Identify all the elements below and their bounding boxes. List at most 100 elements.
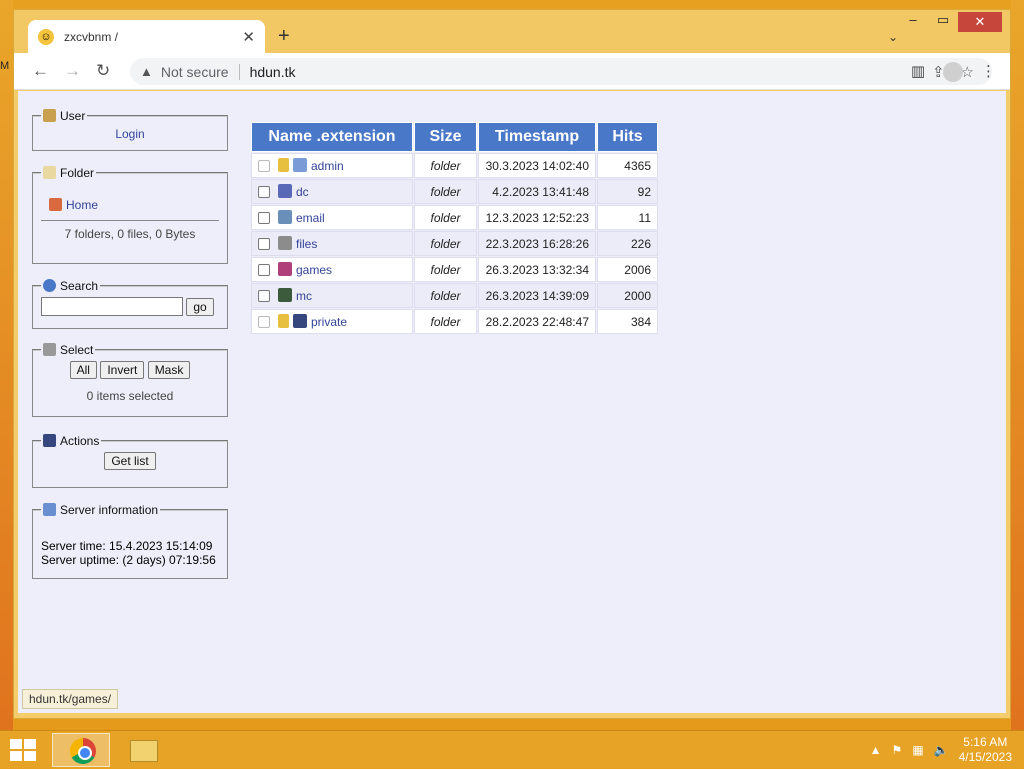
- timestamp-cell: 4.2.2023 13:41:48: [478, 179, 596, 204]
- name-cell: files: [251, 231, 413, 256]
- desktop-left-edge: [0, 0, 13, 730]
- hits-column-header[interactable]: Hits: [597, 122, 658, 152]
- disc-icon: [278, 184, 292, 198]
- search-input[interactable]: [41, 297, 183, 316]
- select-all-button[interactable]: All: [69, 361, 97, 379]
- folder-summary: 7 folders, 0 files, 0 Bytes: [64, 227, 196, 241]
- table-row[interactable]: private folder 28.2.2023 22:48:47 384: [251, 309, 658, 334]
- address-divider: [238, 63, 240, 80]
- timestamp-column-header[interactable]: Timestamp: [478, 122, 596, 152]
- hits-cell: 2000: [597, 283, 658, 308]
- floppy-icon: [293, 314, 307, 328]
- row-checkbox[interactable]: [258, 160, 270, 172]
- lock-icon: [278, 158, 289, 172]
- name-cell: games: [251, 257, 413, 282]
- server-icon: [43, 503, 56, 516]
- close-tab-icon[interactable]: ✕: [242, 28, 255, 46]
- maximize-icon[interactable]: ▭: [928, 12, 958, 32]
- user-legend: User: [60, 109, 86, 123]
- row-checkbox[interactable]: [258, 290, 270, 302]
- timestamp-cell: 30.3.2023 14:02:40: [478, 153, 596, 178]
- row-checkbox[interactable]: [258, 238, 270, 250]
- smiley-favicon-icon: ☺: [38, 29, 54, 45]
- volume-muted-icon[interactable]: 🔈: [934, 743, 949, 757]
- hits-cell: 2006: [597, 257, 658, 282]
- table-row[interactable]: admin folder 30.3.2023 14:02:40 4365: [251, 153, 658, 178]
- back-arrow-icon[interactable]: ←: [32, 61, 49, 81]
- close-window-icon[interactable]: ✕: [958, 12, 1002, 32]
- windows-start-icon[interactable]: [10, 739, 36, 761]
- folder-link[interactable]: private: [311, 315, 347, 329]
- size-cell: folder: [414, 153, 477, 178]
- minimize-icon[interactable]: –: [898, 12, 928, 32]
- name-cell: email: [251, 205, 413, 230]
- row-checkbox[interactable]: [258, 186, 270, 198]
- table-row[interactable]: dc folder 4.2.2023 13:41:48 92: [251, 179, 658, 204]
- name-cell: private: [251, 309, 413, 334]
- user-panel: User Login: [32, 109, 228, 151]
- show-hidden-icons-icon[interactable]: ▲: [870, 743, 882, 757]
- hits-cell: 92: [597, 179, 658, 204]
- name-column-header[interactable]: Name .extension: [251, 122, 413, 152]
- taskbar: ▲ ⚑ ▦ 🔈 5:16 AM 4/15/2023: [0, 730, 1024, 768]
- table-row[interactable]: games folder 26.3.2023 13:32:34 2006: [251, 257, 658, 282]
- timestamp-cell: 28.2.2023 22:48:47: [478, 309, 596, 334]
- forward-arrow-icon[interactable]: →: [64, 61, 81, 81]
- folder-link[interactable]: files: [296, 237, 317, 251]
- table-row[interactable]: mc folder 26.3.2023 14:39:09 2000: [251, 283, 658, 308]
- network-icon[interactable]: ▦: [912, 743, 923, 757]
- games-icon: [278, 262, 292, 276]
- side-panel-icon[interactable]: ▥: [911, 62, 925, 82]
- folder-link[interactable]: games: [296, 263, 332, 277]
- size-cell: folder: [414, 257, 477, 282]
- table-row[interactable]: email folder 12.3.2023 12:52:23 11: [251, 205, 658, 230]
- profile-avatar-icon[interactable]: [943, 62, 963, 82]
- folder-link[interactable]: email: [296, 211, 325, 225]
- name-cell: mc: [251, 283, 413, 308]
- folder-link[interactable]: mc: [296, 289, 312, 303]
- scissors-icon: [43, 343, 56, 356]
- folder-icon: [43, 166, 56, 179]
- row-checkbox[interactable]: [258, 212, 270, 224]
- login-link[interactable]: Login: [115, 127, 144, 141]
- clock[interactable]: 5:16 AM 4/15/2023: [959, 735, 1012, 765]
- taskbar-chrome[interactable]: [52, 733, 110, 767]
- tab-search-chevron-icon[interactable]: ⌄: [888, 30, 898, 44]
- timestamp-cell: 26.3.2023 13:32:34: [478, 257, 596, 282]
- row-checkbox[interactable]: [258, 316, 270, 328]
- not-secure-label[interactable]: Not secure: [161, 64, 229, 80]
- drive-icon: [278, 236, 292, 250]
- browser-toolbar: ← → ↻ ▲ Not secure hdun.tk ⇪ ☆ ▥ ⋮: [14, 53, 1010, 90]
- warning-icon[interactable]: ▲: [140, 64, 153, 79]
- url-text[interactable]: hdun.tk: [250, 64, 296, 80]
- tab-active[interactable]: ☺ zxcvbnm / ✕: [28, 20, 265, 54]
- menu-kebab-icon[interactable]: ⋮: [981, 62, 996, 82]
- system-tray: ▲ ⚑ ▦ 🔈 5:16 AM 4/15/2023: [870, 731, 1024, 769]
- address-bar[interactable]: ▲ Not secure hdun.tk ⇪ ☆: [130, 58, 992, 85]
- browser-window: ☺ zxcvbnm / ✕ + ⌄ – ▭ ✕ ← → ↻ ▲ Not secu…: [13, 9, 1011, 719]
- folder-link[interactable]: dc: [296, 185, 309, 199]
- file-table: Name .extension Size Timestamp Hits admi…: [250, 121, 659, 335]
- row-checkbox[interactable]: [258, 264, 270, 276]
- get-list-button[interactable]: Get list: [104, 452, 156, 470]
- taskbar-file-explorer[interactable]: [114, 733, 172, 767]
- new-tab-button[interactable]: +: [278, 26, 290, 46]
- hits-cell: 4365: [597, 153, 658, 178]
- status-url: hdun.tk/games/: [22, 689, 119, 709]
- flag-icon[interactable]: ⚑: [892, 743, 903, 757]
- reload-icon[interactable]: ↻: [96, 61, 110, 81]
- chrome-icon: [70, 738, 96, 764]
- selection-count: 0 items selected: [86, 389, 174, 403]
- folder-link[interactable]: admin: [311, 159, 344, 173]
- mask-button[interactable]: Mask: [147, 361, 191, 379]
- size-column-header[interactable]: Size: [414, 122, 477, 152]
- folder-panel: Folder Home 7 folders, 0 files, 0 Bytes: [32, 166, 228, 264]
- search-legend: Search: [60, 279, 99, 293]
- table-row[interactable]: files folder 22.3.2023 16:28:26 226: [251, 231, 658, 256]
- name-cell: dc: [251, 179, 413, 204]
- home-link[interactable]: Home: [66, 198, 98, 212]
- user-icon: [43, 109, 56, 122]
- file-explorer-icon: [130, 740, 158, 762]
- go-button[interactable]: go: [186, 298, 214, 316]
- invert-button[interactable]: Invert: [100, 361, 145, 379]
